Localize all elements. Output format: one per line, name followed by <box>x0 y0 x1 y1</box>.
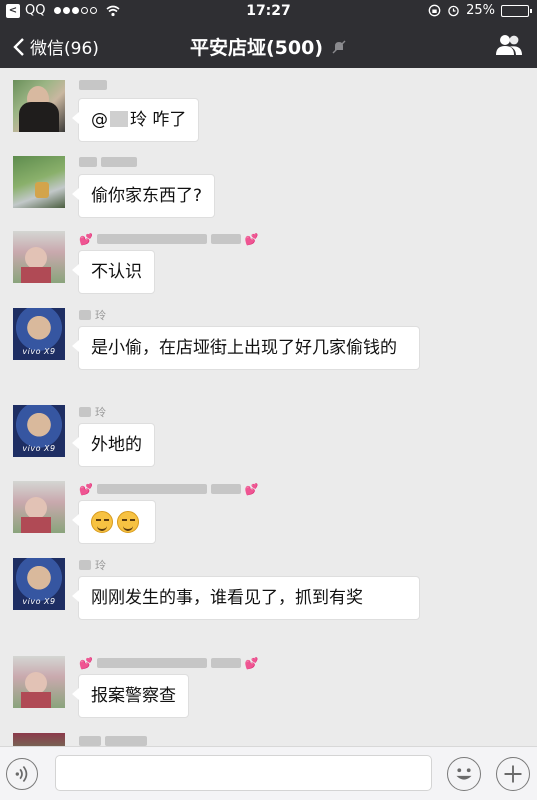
battery-percent: 25% <box>466 3 495 18</box>
voice-button[interactable] <box>6 758 38 790</box>
message-text: 不认识 <box>91 262 142 282</box>
avatar-outdoor[interactable] <box>13 156 65 208</box>
heart-icon: 💕 <box>244 232 259 246</box>
grin-emoji-icon <box>91 511 113 533</box>
message-input[interactable] <box>55 755 432 791</box>
grin-emoji-icon <box>117 511 139 533</box>
message-bubble[interactable]: 不认识 <box>72 250 155 294</box>
heart-icon: 💕 <box>244 482 259 496</box>
emoji-button[interactable] <box>447 757 481 791</box>
avatar-woman[interactable] <box>13 80 65 132</box>
message-text: 偷你家东西了? <box>91 186 203 206</box>
plus-icon <box>504 765 522 783</box>
message-bubble[interactable]: 偷你家东西了? <box>71 174 216 218</box>
message-text: 报案警察查 <box>91 686 176 706</box>
avatar-child[interactable] <box>13 656 65 708</box>
message-bubble[interactable]: @ 玲 咋了 <box>71 98 200 142</box>
input-bar <box>0 746 537 800</box>
heart-icon: 💕 <box>244 656 259 670</box>
group-members-icon[interactable] <box>495 33 523 57</box>
message-bubble[interactable] <box>72 500 156 544</box>
sender-name: 玲 <box>79 405 106 419</box>
avatar-vivo[interactable]: vivo X9 <box>13 405 65 457</box>
back-button[interactable]: 微信(96) <box>12 34 99 59</box>
avatar-child[interactable] <box>13 231 65 283</box>
avatar-vivo[interactable]: vivo X9 <box>13 308 65 360</box>
avatar-child[interactable] <box>13 481 65 533</box>
message-text: 刚刚发生的事，谁看见了，抓到有奖 <box>91 588 363 608</box>
avatar-vivo[interactable]: vivo X9 <box>13 558 65 610</box>
wifi-icon <box>106 5 120 16</box>
mute-bell-icon <box>332 40 346 53</box>
message-text: 是小偷，在店垭街上出现了好几家偷钱的 <box>91 338 397 358</box>
message-text: 外地的 <box>91 435 142 455</box>
heart-icon: 💕 <box>79 482 93 496</box>
message-text: 玲 咋了 <box>130 110 187 130</box>
rotation-lock-icon <box>428 4 441 17</box>
sender-name-blurred <box>79 78 107 92</box>
sender-name-blurred <box>79 155 137 169</box>
heart-icon: 💕 <box>79 656 93 670</box>
chat-message-list[interactable]: @ 玲 咋了 偷你家东西了? 💕 💕 不认识 vivo X9 玲 是小偷，在店垭街上… <box>0 68 537 746</box>
message-bubble[interactable]: 是小偷，在店垭街上出现了好几家偷钱的 <box>72 326 420 370</box>
sender-name-blurred: 💕 💕 <box>79 482 258 496</box>
back-label: 微信(96) <box>30 39 99 59</box>
avatar-partial[interactable] <box>13 733 65 746</box>
message-text: @ <box>91 110 108 130</box>
more-button[interactable] <box>496 757 530 791</box>
chat-title: 平安店垭(500) <box>189 37 324 59</box>
status-bar: < QQ 17:27 25% <box>0 0 537 22</box>
alarm-icon <box>448 5 459 17</box>
sender-name-blurred <box>79 734 147 746</box>
back-to-app-icon[interactable]: < <box>6 3 20 18</box>
signal-strength-icon <box>54 7 98 14</box>
sender-name: 玲 <box>79 308 106 322</box>
heart-icon: 💕 <box>79 232 93 246</box>
chat-header: 微信(96) 平安店垭(500) <box>0 22 537 68</box>
message-bubble[interactable]: 报案警察查 <box>72 674 189 718</box>
chevron-left-icon <box>13 37 24 56</box>
sender-name-blurred: 💕 💕 <box>79 656 258 670</box>
message-bubble[interactable]: 外地的 <box>72 423 155 467</box>
sender-name: 玲 <box>79 558 106 572</box>
voice-icon <box>15 765 28 783</box>
emoji-icon <box>456 768 472 780</box>
sender-name-blurred: 💕 💕 <box>79 232 258 246</box>
battery-icon <box>501 4 532 17</box>
carrier-label: QQ <box>25 3 46 18</box>
message-bubble[interactable]: 刚刚发生的事，谁看见了，抓到有奖 <box>72 576 420 620</box>
blurred-name <box>110 111 128 127</box>
